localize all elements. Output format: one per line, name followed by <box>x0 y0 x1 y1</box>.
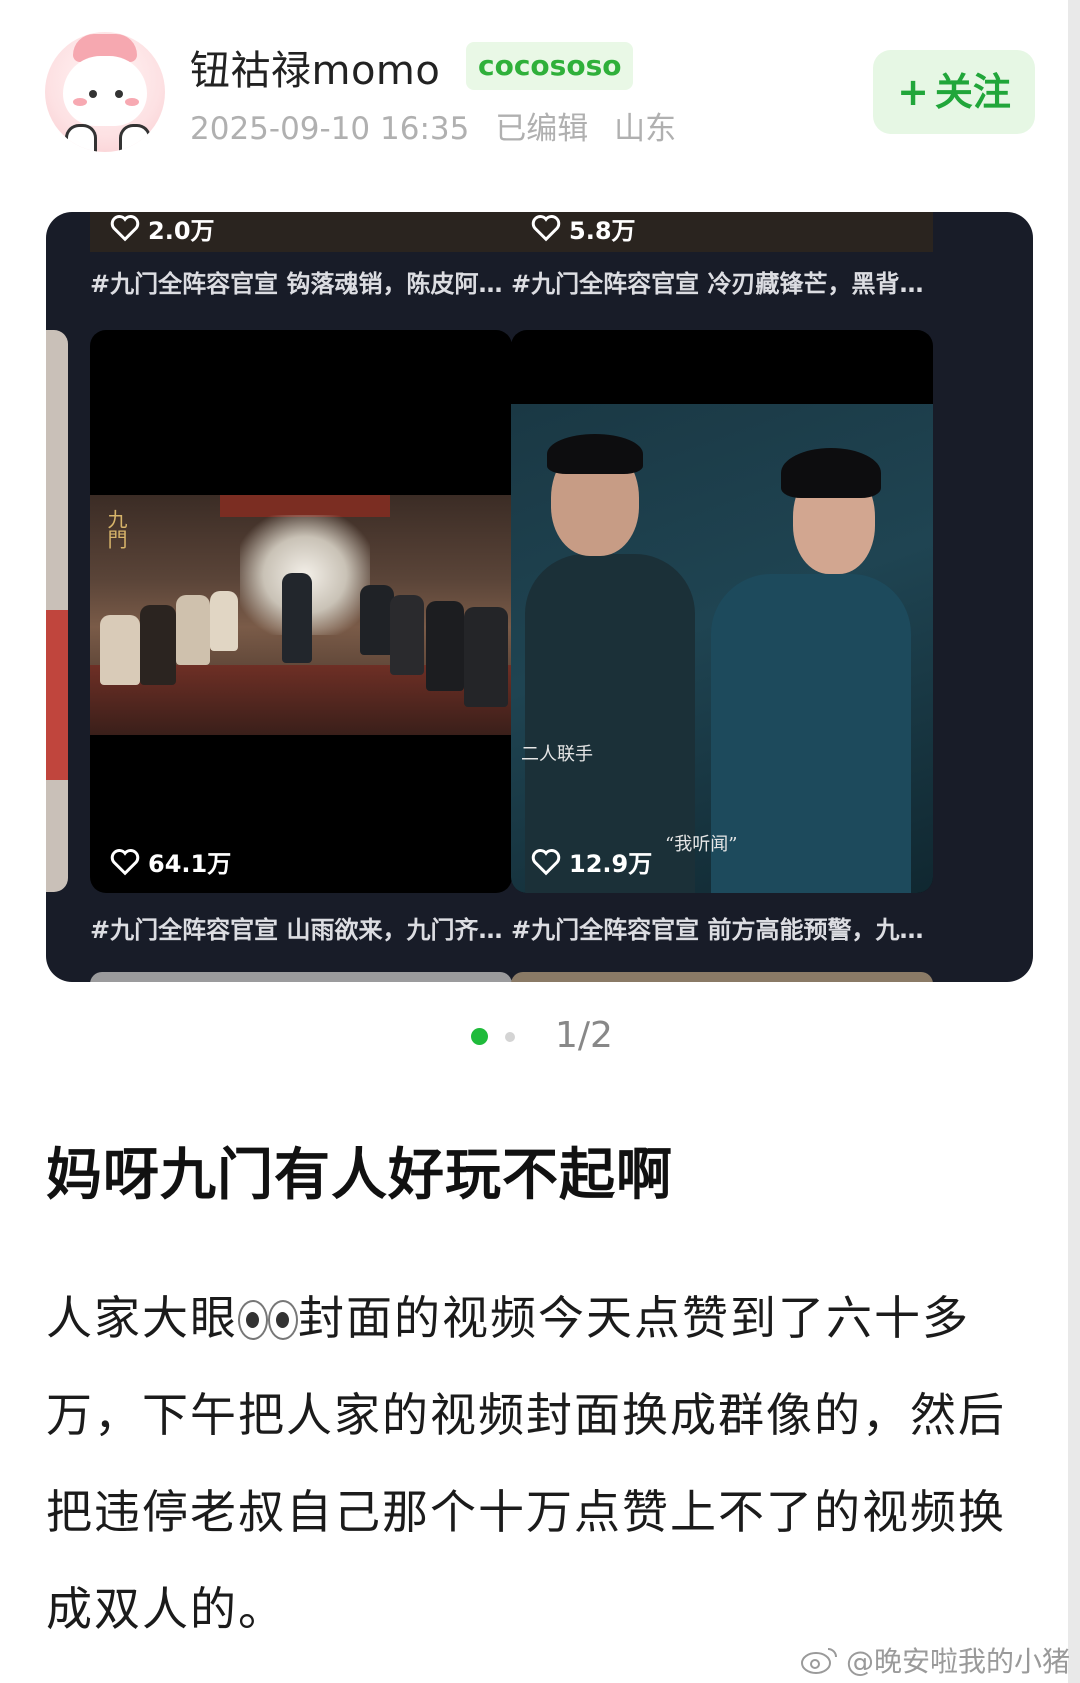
edited-label: 已编辑 <box>495 111 589 147</box>
post-title: 妈呀九门有人好玩不起啊 <box>46 1143 673 1208</box>
image-pager: 1/2 <box>0 1015 1080 1056</box>
like-count: 64.1万 <box>110 844 231 879</box>
overlay-logo: 九門 <box>104 509 128 549</box>
pager-dot[interactable] <box>505 1032 515 1042</box>
pager-dot-active[interactable] <box>471 1028 488 1045</box>
watermark: @晚安啦我的小猪 <box>800 1640 1070 1680</box>
video-caption[interactable]: #九门全阵容官宣 前方高能预警，九… <box>511 910 933 945</box>
video-caption[interactable]: #九门全阵容官宣 钩落魂销，陈皮阿… <box>90 264 512 299</box>
like-count: 5.8万 <box>531 212 636 245</box>
heart-icon <box>531 215 561 242</box>
video-tile-top-2[interactable]: 5.8万 <box>511 212 933 252</box>
like-count: 12.9万 <box>531 844 652 879</box>
embedded-screenshot[interactable]: 2.0万 5.8万 #九门全阵容官宣 钩落魂销，陈皮阿… #九门全阵容官宣 冷刃… <box>46 212 1033 982</box>
video-caption[interactable]: #九门全阵容官宣 冷刃藏锋芒，黑背… <box>511 264 933 299</box>
scrollbar-track[interactable] <box>1068 0 1080 1683</box>
video-caption[interactable]: #九门全阵容官宣 山雨欲来，九门齐… <box>90 910 512 945</box>
overlay-text: “我听闻” <box>665 834 738 855</box>
page-indicator: 1/2 <box>555 1015 613 1056</box>
plus-icon: + <box>897 70 929 114</box>
avatar[interactable] <box>45 32 165 152</box>
heart-icon <box>531 848 561 875</box>
weibo-icon <box>801 1648 837 1674</box>
like-count: 2.0万 <box>110 212 215 245</box>
follow-label: 关注 <box>934 70 1011 114</box>
overlay-text: 二人联手 <box>521 744 593 765</box>
video-thumbnail: 二人联手 “我听闻” <box>511 404 933 893</box>
heart-icon <box>110 848 140 875</box>
eyes-icon <box>238 1298 298 1340</box>
follow-button[interactable]: + 关注 <box>873 50 1035 134</box>
post-meta: 2025-09-10 16:35 已编辑 山东 <box>190 103 692 148</box>
author-name[interactable]: 钮祜禄momo <box>190 38 440 96</box>
video-tile-group[interactable]: 九門 64.1万 <box>90 330 512 893</box>
heart-icon <box>110 215 140 242</box>
post-location: 山东 <box>614 111 677 147</box>
adjacent-tile-left <box>46 330 68 892</box>
video-tile-next <box>90 972 512 982</box>
video-thumbnail: 九門 <box>90 495 512 735</box>
author-badge: cocososo <box>466 42 634 90</box>
post-header: 钮祜禄momo cocososo 2025-09-10 16:35 已编辑 山东… <box>0 0 1080 180</box>
video-tile-next <box>511 972 933 982</box>
post-datetime: 2025-09-10 16:35 <box>190 111 470 147</box>
video-tile-top-1[interactable]: 2.0万 <box>90 212 512 252</box>
video-tile-duo[interactable]: 二人联手 “我听闻” 12.9万 <box>511 330 933 893</box>
post-body: 人家大眼 封面的视频今天点赞到了六十多万，下午把人家的视频封面换成群像的，然后把违… <box>46 1291 1006 1636</box>
